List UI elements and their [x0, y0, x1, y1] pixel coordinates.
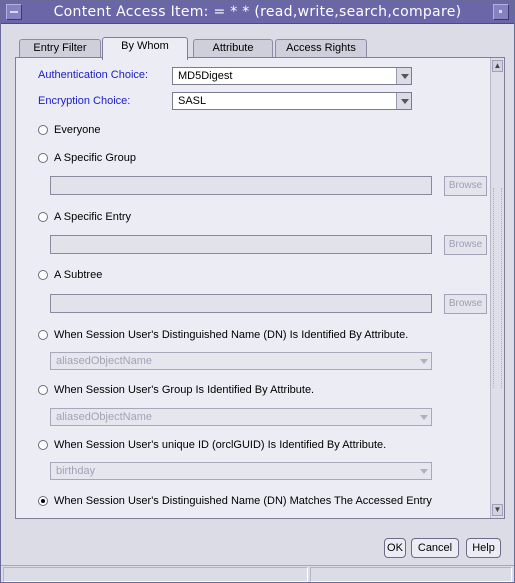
- chevron-down-icon[interactable]: [416, 409, 431, 425]
- group-browse-button[interactable]: Browse: [444, 176, 487, 196]
- radio-button[interactable]: [38, 330, 48, 340]
- option-group-by-attribute-label: When Session User's Group Is Identified …: [54, 384, 315, 396]
- title-bar[interactable]: Content Access Item: = * * (read,write,s…: [1, 1, 514, 24]
- help-button[interactable]: Help: [466, 538, 501, 558]
- entry-browse-button[interactable]: Browse: [444, 235, 487, 255]
- group-attribute-select[interactable]: aliasedObjectName: [50, 408, 432, 426]
- radio-button-selected[interactable]: [38, 496, 48, 506]
- scroll-down-icon[interactable]: ▼: [492, 504, 503, 516]
- option-specific-group-label: A Specific Group: [54, 152, 136, 164]
- dn-attribute-value: aliasedObjectName: [56, 355, 152, 367]
- status-segment: [3, 567, 308, 582]
- option-subtree-label: A Subtree: [54, 269, 103, 281]
- radio-button[interactable]: [38, 212, 48, 222]
- subtree-browse-button[interactable]: Browse: [444, 294, 487, 314]
- option-guid-by-attribute-label: When Session User's unique ID (orclGUID)…: [54, 439, 387, 451]
- radio-button[interactable]: [38, 270, 48, 280]
- guid-attribute-select[interactable]: birthday: [50, 462, 432, 480]
- option-dn-by-attribute-label: When Session User's Distinguished Name (…: [54, 329, 409, 341]
- option-everyone-label: Everyone: [54, 124, 101, 136]
- encryption-choice-select[interactable]: SASL: [172, 92, 412, 110]
- guid-attribute-value: birthday: [56, 465, 96, 477]
- window-title: Content Access Item: = * * (read,write,s…: [53, 4, 462, 20]
- status-segment: [310, 567, 512, 582]
- cancel-button[interactable]: Cancel: [411, 538, 459, 558]
- encryption-choice-label: Encryption Choice:: [38, 95, 131, 107]
- tab-entry-filter[interactable]: Entry Filter: [19, 39, 101, 58]
- chevron-down-icon[interactable]: [416, 463, 431, 479]
- window-minimize-button[interactable]: [493, 4, 509, 20]
- chevron-down-icon[interactable]: [396, 68, 411, 84]
- authentication-choice-value: MD5Digest: [178, 70, 233, 82]
- scroll-thumb[interactable]: [493, 188, 502, 388]
- ok-button[interactable]: OK: [384, 538, 406, 558]
- authentication-choice-select[interactable]: MD5Digest: [172, 67, 412, 85]
- scroll-up-icon[interactable]: ▲: [492, 60, 503, 72]
- radio-button[interactable]: [38, 385, 48, 395]
- vertical-scrollbar[interactable]: ▲ ▼: [490, 58, 504, 518]
- specific-group-field[interactable]: [50, 176, 432, 195]
- group-attribute-value: aliasedObjectName: [56, 411, 152, 423]
- status-bar: [1, 565, 514, 582]
- chevron-down-icon[interactable]: [416, 353, 431, 369]
- authentication-choice-label: Authentication Choice:: [38, 69, 149, 81]
- option-specific-entry-label: A Specific Entry: [54, 211, 132, 223]
- chevron-down-icon[interactable]: [396, 93, 411, 109]
- tab-attribute[interactable]: Attribute: [193, 39, 273, 58]
- radio-button[interactable]: [38, 125, 48, 135]
- specific-entry-field[interactable]: [50, 235, 432, 254]
- dialog-window: Content Access Item: = * * (read,write,s…: [0, 0, 515, 583]
- radio-button[interactable]: [38, 153, 48, 163]
- option-dn-matches-entry-label: When Session User's Distinguished Name (…: [54, 495, 432, 507]
- dn-attribute-select[interactable]: aliasedObjectName: [50, 352, 432, 370]
- subtree-field[interactable]: [50, 294, 432, 313]
- radio-button[interactable]: [38, 440, 48, 450]
- tab-by-whom[interactable]: By Whom: [102, 37, 188, 60]
- by-whom-panel: Authentication Choice: MD5Digest Encrypt…: [15, 57, 505, 519]
- encryption-choice-value: SASL: [178, 95, 207, 107]
- tab-access-rights[interactable]: Access Rights: [275, 39, 367, 58]
